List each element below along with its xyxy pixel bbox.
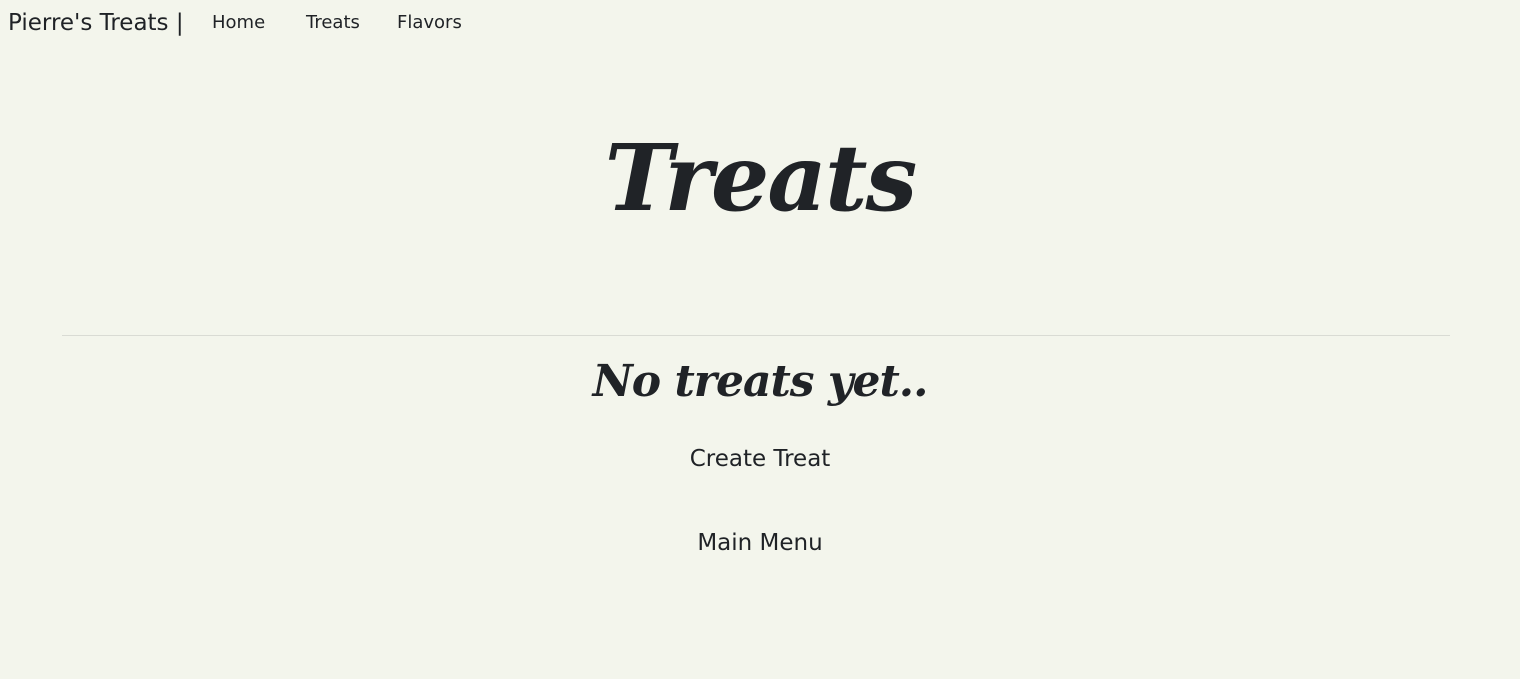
nav-link-home[interactable]: Home <box>212 11 265 35</box>
section-divider <box>62 335 1450 336</box>
top-navigation: Pierre's Treats | Home Treats Flavors <box>0 0 1520 48</box>
nav-link-treats[interactable]: Treats <box>306 11 360 35</box>
create-treat-link[interactable]: Create Treat <box>0 444 1520 474</box>
nav-link-flavors[interactable]: Flavors <box>397 11 462 35</box>
brand-link[interactable]: Pierre's Treats | <box>8 8 184 38</box>
main-menu-link[interactable]: Main Menu <box>0 528 1520 558</box>
page-title: Treats <box>604 124 918 232</box>
empty-state-message: No treats yet.. <box>592 356 929 407</box>
